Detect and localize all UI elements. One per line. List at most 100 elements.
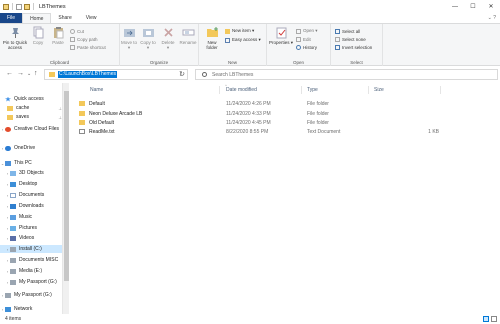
history-icon — [296, 44, 301, 50]
pin-icon — [11, 28, 19, 38]
details-view-button[interactable] — [483, 316, 489, 322]
folder-icon — [7, 114, 13, 120]
delete-label: Delete ▾ — [161, 40, 175, 50]
minimize-button[interactable]: — — [446, 0, 464, 13]
column-divider[interactable] — [440, 86, 441, 94]
nav-item-pictures[interactable]: › Pictures — [0, 224, 37, 232]
nav-item-documents[interactable]: › Documents — [0, 191, 44, 199]
copy-button[interactable]: Copy — [31, 26, 45, 45]
invert-selection-button[interactable]: Invert selection — [335, 44, 372, 50]
file-date: 11/24/2020 4:26 PM — [226, 101, 271, 107]
nav-item-downloads[interactable]: › Downloads — [0, 202, 44, 210]
properties-quick-icon[interactable] — [16, 3, 22, 10]
folder-icon — [49, 72, 55, 77]
open-group: Properties ▾ Open ▾ Edit History Open — [267, 24, 331, 66]
ribbon-help[interactable]: ⌄ ? — [488, 15, 496, 21]
nav-item-install-c[interactable]: › Install (C:) — [0, 245, 62, 253]
file-name: ReadMe.txt — [89, 129, 115, 135]
tab-view[interactable]: View — [79, 13, 104, 23]
nav-item-this-pc[interactable]: ⌄ This PC — [0, 159, 32, 167]
column-header-date[interactable]: Date modified — [226, 87, 257, 93]
video-icon — [10, 235, 16, 241]
computer-icon — [5, 160, 11, 166]
nav-item-desktop[interactable]: › Desktop — [0, 180, 38, 188]
new-item-icon — [225, 28, 230, 34]
nav-item-creative-cloud[interactable]: › Creative Cloud Files — [0, 125, 59, 133]
nav-item-documents-misc[interactable]: › Documents MISC — [0, 256, 58, 264]
column-divider[interactable] — [219, 86, 220, 94]
file-row[interactable]: ReadMe.txt 8/22/2020 8:55 PM Text Docume… — [76, 128, 496, 136]
file-row[interactable]: Neon Deluxe Arcade LB 11/24/2020 4:33 PM… — [76, 110, 496, 118]
nav-item-label: cache — [16, 105, 30, 111]
tab-file[interactable]: File — [0, 13, 23, 23]
up-button[interactable]: ↑ — [34, 70, 38, 77]
nav-item-videos[interactable]: › Videos — [0, 234, 34, 242]
nav-item-network[interactable]: › Network — [0, 305, 33, 313]
nav-item-onedrive[interactable]: › OneDrive — [0, 144, 35, 152]
history-button[interactable]: History — [296, 44, 317, 50]
nav-item-my-passport-g-root[interactable]: › My Passport (G:) — [0, 291, 52, 299]
cut-button[interactable]: Cut — [70, 28, 84, 34]
column-header-size[interactable]: Size — [374, 87, 384, 93]
easy-access-label: Easy access ▾ — [232, 37, 261, 42]
pin-quick-access-button[interactable]: Pin to Quick access — [1, 26, 29, 50]
address-bar[interactable]: C:\LaunchBox\LBThemes ⌄ — [44, 69, 188, 80]
close-button[interactable]: ✕ — [482, 0, 500, 13]
move-to-button[interactable]: Move to ▾ — [120, 26, 138, 50]
refresh-button[interactable]: ↻ — [177, 69, 187, 79]
file-row[interactable]: Old Default 11/24/2020 4:45 PM File fold… — [76, 119, 496, 127]
nav-item-saves[interactable]: saves ⊥ — [0, 113, 62, 121]
cut-label: Cut — [77, 28, 85, 34]
nav-item-cache[interactable]: cache ⊥ — [0, 104, 62, 112]
forward-button[interactable]: → — [17, 70, 24, 77]
delete-button[interactable]: Delete ▾ — [160, 26, 176, 50]
scrollbar-thumb[interactable] — [64, 91, 69, 281]
tab-home[interactable]: Home — [22, 13, 52, 23]
new-item-button[interactable]: New item ▾ — [225, 28, 254, 34]
back-button[interactable]: ← — [6, 70, 13, 77]
nav-item-label: My Passport (G:) — [19, 279, 57, 285]
select-group: Select all Select none Invert selection … — [331, 24, 383, 66]
tab-share[interactable]: Share — [51, 13, 78, 23]
copy-path-button[interactable]: Copy path — [70, 36, 98, 42]
maximize-button[interactable]: ☐ — [464, 0, 482, 13]
column-header-type[interactable]: Type — [307, 87, 318, 93]
select-all-button[interactable]: Select all — [335, 28, 360, 34]
search-input[interactable]: Search LBThemes — [195, 69, 498, 80]
nav-vertical-scrollbar[interactable] — [62, 83, 69, 314]
search-placeholder: Search LBThemes — [212, 71, 254, 78]
paste-label: Paste — [52, 40, 64, 45]
large-icons-view-button[interactable] — [491, 316, 497, 322]
recent-locations-button[interactable]: ⌄ — [27, 71, 31, 77]
paste-button[interactable]: Paste — [50, 26, 66, 45]
copy-to-button[interactable]: Copy to ▾ — [139, 26, 157, 50]
nav-item-label: saves — [16, 114, 30, 120]
column-divider[interactable] — [368, 86, 369, 94]
nav-item-music[interactable]: › Music — [0, 213, 32, 221]
column-header-name[interactable]: Name — [90, 87, 103, 93]
paste-shortcut-button[interactable]: Paste shortcut — [70, 44, 106, 50]
open-button[interactable]: Open ▾ — [296, 28, 318, 34]
nav-item-my-passport-g[interactable]: › My Passport (G:) — [0, 278, 57, 286]
file-size: 1 KB — [428, 129, 439, 135]
new-folder-button[interactable]: New folder — [202, 26, 222, 50]
history-label: History — [303, 44, 318, 50]
paste-shortcut-icon — [70, 44, 75, 50]
column-divider[interactable] — [301, 86, 302, 94]
file-date: 11/24/2020 4:45 PM — [226, 120, 271, 126]
edit-button[interactable]: Edit — [296, 36, 311, 42]
cloud-icon — [5, 145, 11, 151]
new-folder-quick-icon[interactable] — [24, 3, 30, 10]
easy-access-button[interactable]: Easy access ▾ — [225, 37, 261, 43]
properties-button[interactable]: Properties ▾ — [268, 26, 294, 45]
clipboard-group: Pin to Quick access Copy Paste Cut Copy … — [0, 24, 120, 66]
file-row[interactable]: Default 11/24/2020 4:26 PM File folder — [76, 100, 496, 108]
select-none-button[interactable]: Select none — [335, 36, 366, 42]
nav-item-quick-access[interactable]: Quick access — [0, 95, 62, 103]
address-path[interactable]: C:\LaunchBox\LBThemes — [58, 71, 117, 78]
nav-item-3d-objects[interactable]: › 3D Objects — [0, 169, 44, 177]
folder-icon — [79, 101, 85, 106]
properties-icon — [276, 27, 286, 39]
rename-button[interactable]: Rename — [178, 26, 198, 45]
nav-item-media-e[interactable]: › Media (E:) — [0, 267, 42, 275]
